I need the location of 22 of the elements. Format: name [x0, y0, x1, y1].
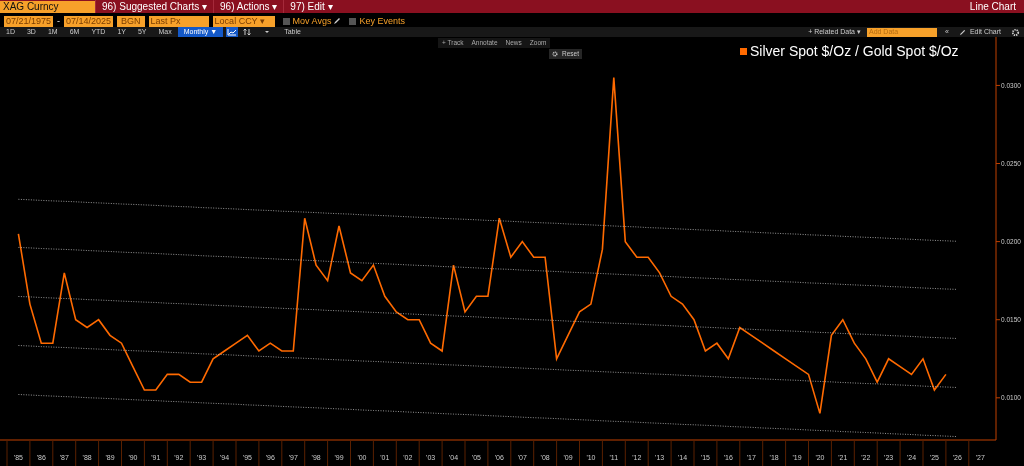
legend-label: Silver Spot $/Oz / Gold Spot $/Oz: [750, 42, 959, 60]
settings-icon: [552, 51, 558, 57]
source-field[interactable]: BGN: [117, 15, 145, 27]
end-date-field[interactable]: 07/14/2025: [64, 15, 114, 27]
checkbox[interactable]: [282, 17, 290, 25]
pencil-icon: [958, 28, 966, 36]
field-dropdown[interactable]: Last Px: [148, 15, 209, 27]
start-date-field[interactable]: 07/21/1975: [4, 15, 54, 27]
checkbox-label: Mov Avgs: [292, 15, 332, 27]
menu-button[interactable]: 97) Edit ▾: [283, 0, 339, 13]
chart-type-title: Line Chart: [969, 0, 1017, 13]
pencil-icon: [333, 17, 342, 25]
sort-arrows-icon: [242, 27, 253, 37]
menu-button[interactable]: 96) Actions ▾: [213, 0, 284, 13]
checkbox-label: Key Events: [359, 15, 405, 27]
menu-button[interactable]: 96) Suggested Charts ▾: [95, 0, 214, 13]
date-separator: -: [57, 15, 61, 27]
checkbox[interactable]: [349, 17, 357, 25]
line-chart-icon: [226, 27, 239, 37]
currency-dropdown[interactable]: Local CCY ▾: [212, 15, 275, 27]
settings-icon: [1011, 27, 1020, 37]
security-field[interactable]: XAG Curncy: [0, 0, 95, 13]
